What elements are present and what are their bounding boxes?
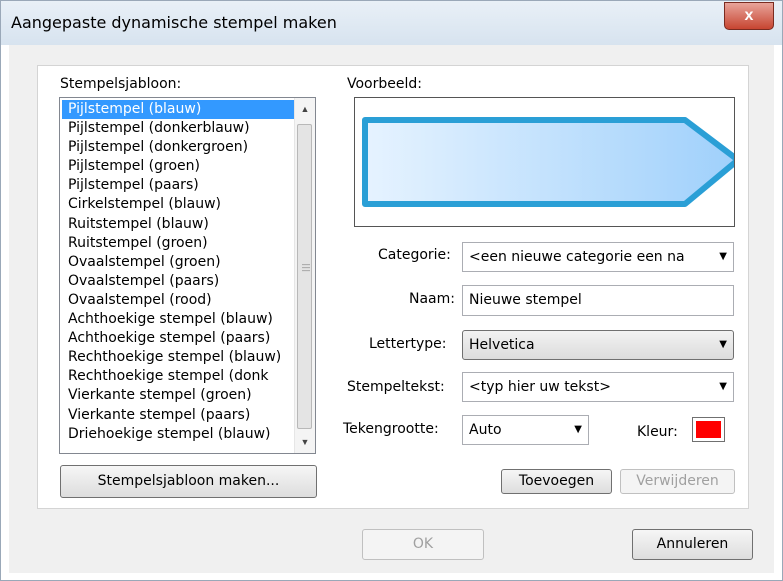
template-list: Pijlstempel (blauw) Pijlstempel (donkerbl… xyxy=(62,100,294,444)
scroll-up-icon[interactable]: ▲ xyxy=(295,100,315,118)
list-item[interactable]: Achthoekige stempel (paars) xyxy=(62,329,294,348)
name-value: Nieuwe stempel xyxy=(469,292,582,308)
list-item[interactable]: Pijlstempel (blauw) xyxy=(62,100,294,120)
chevron-down-icon[interactable]: ▼ xyxy=(719,331,727,359)
list-item[interactable]: Achthoekige stempel (blauw) xyxy=(62,310,294,329)
chevron-down-icon[interactable]: ▼ xyxy=(719,373,727,401)
list-item[interactable]: Pijlstempel (paars) xyxy=(62,176,294,195)
font-size-dropdown[interactable]: Auto ▼ xyxy=(462,415,589,445)
list-item[interactable]: Pijlstempel (donkerblauw) xyxy=(62,119,294,138)
list-item[interactable]: Cirkelstempel (blauw) xyxy=(62,195,294,214)
category-value: <een nieuwe categorie een na xyxy=(469,249,685,265)
font-size-label: Tekengrootte: xyxy=(343,421,439,437)
arrow-stamp-image xyxy=(362,117,734,207)
template-list-label: Stempelsjabloon: xyxy=(60,76,182,92)
category-combobox[interactable]: <een nieuwe categorie een na ▼ xyxy=(462,242,734,272)
name-label: Naam: xyxy=(409,291,455,307)
list-item[interactable]: Pijlstempel (groen) xyxy=(62,157,294,176)
chevron-down-icon[interactable]: ▼ xyxy=(719,243,727,271)
name-input[interactable]: Nieuwe stempel xyxy=(462,285,734,316)
list-item[interactable]: Vierkante stempel (paars) xyxy=(62,406,294,425)
close-button[interactable]: x xyxy=(724,2,774,30)
make-template-button[interactable]: Stempelsjabloon maken... xyxy=(60,465,317,498)
font-value: Helvetica xyxy=(469,337,535,353)
stamp-text-value: <typ hier uw tekst> xyxy=(469,379,611,395)
list-item[interactable]: Ruitstempel (groen) xyxy=(62,234,294,253)
stamp-text-label: Stempeltekst: xyxy=(347,379,445,395)
font-size-value: Auto xyxy=(469,422,502,438)
list-item[interactable]: Ovaalstempel (paars) xyxy=(62,272,294,291)
add-button[interactable]: Toevoegen xyxy=(501,469,612,494)
cancel-button[interactable]: Annuleren xyxy=(632,529,753,560)
chevron-down-icon[interactable]: ▼ xyxy=(574,416,582,444)
preview-label: Voorbeeld: xyxy=(347,76,422,92)
list-item[interactable]: Vierkante stempel (groen) xyxy=(62,386,294,405)
scroll-down-icon[interactable]: ▼ xyxy=(295,433,315,451)
list-item[interactable]: Pijlstempel (donkergroen) xyxy=(62,138,294,157)
list-item[interactable]: Ovaalstempel (rood) xyxy=(62,291,294,310)
close-icon: x xyxy=(744,7,754,24)
stamp-preview xyxy=(354,97,735,227)
list-item[interactable]: Rechthoekige stempel (blauw) xyxy=(62,348,294,367)
list-item[interactable]: Ovaalstempel (groen) xyxy=(62,253,294,272)
list-item[interactable]: Driehoekige stempel (blauw) xyxy=(62,425,294,444)
list-item[interactable]: Rechthoekige stempel (donk xyxy=(62,367,294,386)
font-label: Lettertype: xyxy=(369,336,447,352)
title-bar[interactable]: Aangepaste dynamische stempel maken x xyxy=(1,1,782,45)
scroll-thumb[interactable]: — — — xyxy=(297,124,312,429)
color-swatch xyxy=(696,421,721,438)
category-label: Categorie: xyxy=(378,247,451,263)
ok-button[interactable]: OK xyxy=(362,529,484,560)
color-picker-button[interactable] xyxy=(692,417,725,442)
window-title: Aangepaste dynamische stempel maken xyxy=(11,13,337,32)
list-item[interactable]: Ruitstempel (blauw) xyxy=(62,215,294,234)
template-listbox[interactable]: Pijlstempel (blauw) Pijlstempel (donkerbl… xyxy=(59,97,316,454)
grip-icon: — — — xyxy=(302,260,310,275)
font-dropdown[interactable]: Helvetica ▼ xyxy=(462,330,734,360)
color-label: Kleur: xyxy=(637,424,678,440)
list-scrollbar[interactable]: ▲ — — — ▼ xyxy=(294,98,315,453)
remove-button[interactable]: Verwijderen xyxy=(620,469,735,494)
stamp-text-combobox[interactable]: <typ hier uw tekst> ▼ xyxy=(462,372,734,402)
